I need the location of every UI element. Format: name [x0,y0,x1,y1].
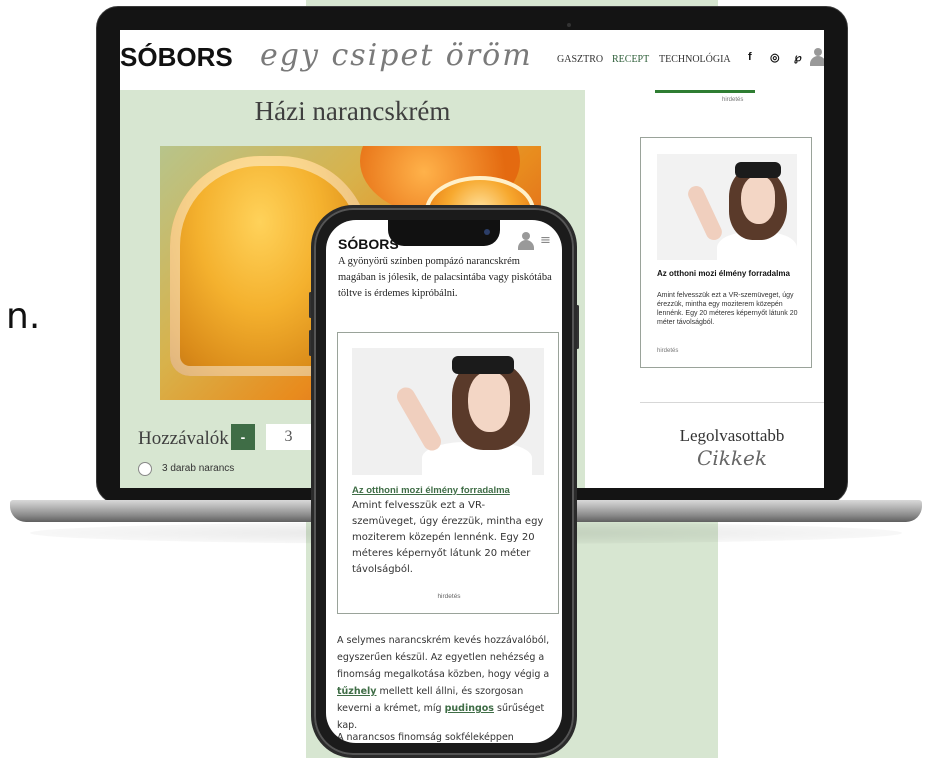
phone-intro-text: A gyönyörű színben pompázó narancskrém m… [338,256,552,299]
phone-next-paragraph: A narancsos finomság sokféleképpen [337,732,514,743]
top-ad-strip [655,90,755,93]
instagram-icon[interactable]: ◎ [770,51,780,64]
phone-ad-label: hirdetés [437,593,461,600]
site-header: SÓBORS egy csipet öröm GASZTRO RECEPT TE… [120,30,824,90]
popular-articles-title: Legolvasottabb [679,426,785,445]
phone-screen: SÓBORS ≡ A gyönyörű színben pompázó nara… [326,220,562,743]
phone-ad-text: Amint felvesszük ezt a VR-szemüveget, úg… [352,500,544,575]
nav-recept[interactable]: RECEPT [612,54,649,65]
phone-article-body: A selymes narancskrém kevés hozzávalóból… [337,632,557,734]
site-tagline: egy csipet öröm [260,38,533,73]
top-ad-label: hirdetés [722,97,744,103]
sidebar-ad-title[interactable]: Az otthoni mozi élmény forradalma [657,268,807,279]
phone-camera [484,229,490,235]
hamburger-menu-icon[interactable]: ≡ [540,233,551,248]
sidebar: hirdetés Az otthoni mozi élmény forradal… [585,90,824,488]
pinterest-icon[interactable]: ℘ [794,51,802,64]
tuzhely-link[interactable]: tűzhely [337,686,377,697]
article-title: Házi narancskrém [254,96,451,126]
nav-gasztro[interactable]: GASZTRO [557,54,603,65]
phone-user-icon[interactable] [518,232,534,250]
vr-headset-image [657,154,797,260]
pudingos-link[interactable]: pudingos [445,703,494,714]
decrease-quantity-button[interactable]: - [231,424,255,450]
quantity-input[interactable]: 3 [266,424,311,450]
nav-technologia[interactable]: TECHNOLÓGIA [659,54,731,65]
sidebar-ad-box[interactable]: Az otthoni mozi élmény forradalma Amint … [640,137,812,368]
facebook-icon[interactable]: f [748,51,752,63]
popular-articles-subtitle: Cikkek [697,446,767,470]
phone-ad-title[interactable]: Az otthoni mozi élmény forradalma [352,485,552,496]
ingredient-checkbox[interactable] [138,462,152,476]
laptop-camera [567,23,571,27]
user-icon[interactable] [810,48,824,66]
phone-vr-headset-image [352,348,544,475]
phone-body-text-1: A selymes narancskrém kevés hozzávalóból… [337,635,550,680]
mockup-stage: n. SÓBORS egy csipet öröm GASZTRO RECEPT… [0,0,925,758]
ingredients-title: Hozzávalók [138,428,229,449]
sidebar-divider [640,402,824,403]
sidebar-ad-text: Amint felvesszük ezt a VR-szemüveget, úg… [657,292,798,326]
ingredient-item: 3 darab narancs [162,463,235,474]
phone-frame: SÓBORS ≡ A gyönyörű színben pompázó nara… [311,205,577,758]
cropped-text-fragment: n. [6,296,41,337]
sidebar-ad-label: hirdetés [657,348,679,354]
site-logo[interactable]: SÓBORS [120,42,233,73]
phone-ad-box[interactable]: Az otthoni mozi élmény forradalma Amint … [337,332,559,614]
